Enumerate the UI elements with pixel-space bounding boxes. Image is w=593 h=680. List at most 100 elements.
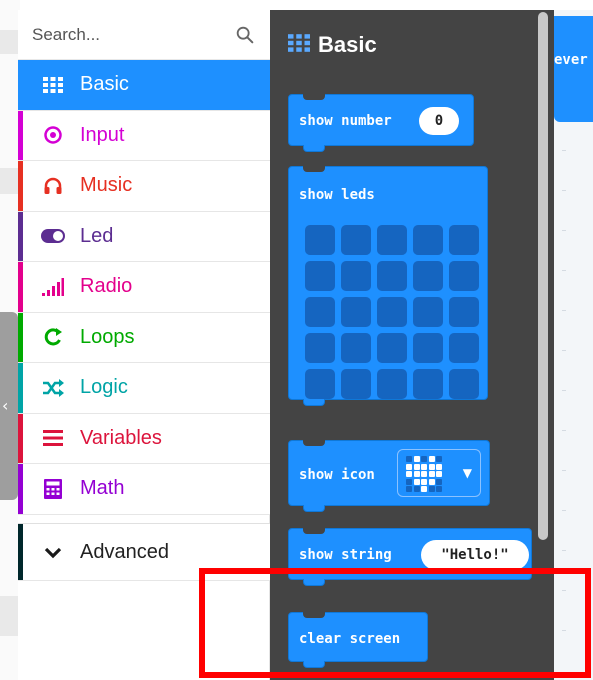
- category-music[interactable]: Music: [18, 161, 270, 212]
- flyout-title-text: Basic: [318, 32, 377, 57]
- show-string-block[interactable]: show string "Hello!": [288, 528, 532, 586]
- grid-dot: [562, 230, 566, 231]
- category-color-bar: [18, 524, 23, 580]
- refresh-icon: [40, 326, 66, 348]
- category-math[interactable]: Math: [18, 464, 270, 515]
- led-cell[interactable]: [305, 225, 335, 255]
- signal-icon: [40, 276, 66, 298]
- block-notch: [303, 440, 325, 446]
- grid-dot: [562, 270, 566, 271]
- caret-down-icon: ▼: [462, 466, 472, 480]
- icon-picker-dropdown[interactable]: ▼: [397, 449, 481, 497]
- toggle-icon: [40, 225, 66, 247]
- category-color-bar: [18, 161, 23, 211]
- led-cell[interactable]: [341, 225, 371, 255]
- category-list: Basic Input Music Led Radio Loops Logic …: [18, 60, 270, 515]
- grid-dot: [562, 470, 566, 471]
- grid-dot: [562, 590, 566, 591]
- category-label: Basic: [80, 73, 129, 96]
- led-cell[interactable]: [305, 369, 335, 399]
- category-led[interactable]: Led: [18, 211, 270, 262]
- string-input[interactable]: "Hello!": [421, 540, 529, 570]
- led-cell[interactable]: [377, 225, 407, 255]
- category-variables[interactable]: Variables: [18, 413, 270, 464]
- flyout-scrollbar[interactable]: [538, 12, 548, 540]
- led-cell[interactable]: [305, 333, 335, 363]
- block-label: show leds: [299, 187, 375, 203]
- category-advanced[interactable]: Advanced: [18, 523, 270, 581]
- number-input[interactable]: 0: [419, 107, 459, 135]
- collapse-sidebar-handle[interactable]: ‹: [0, 312, 18, 500]
- show-leds-block[interactable]: show leds: [288, 166, 488, 406]
- led-cell[interactable]: [413, 225, 443, 255]
- block-notch: [303, 612, 325, 618]
- category-label: Logic: [80, 376, 128, 399]
- led-cell[interactable]: [377, 297, 407, 327]
- block-notch: [303, 94, 325, 100]
- chevron-left-icon: ‹: [2, 396, 9, 415]
- workspace-block-label: ever: [554, 52, 588, 68]
- led-cell[interactable]: [341, 333, 371, 363]
- led-cell[interactable]: [413, 369, 443, 399]
- category-logic[interactable]: Logic: [18, 363, 270, 414]
- calculator-icon: [40, 478, 66, 500]
- led-cell[interactable]: [377, 369, 407, 399]
- led-cell[interactable]: [305, 297, 335, 327]
- category-radio[interactable]: Radio: [18, 262, 270, 313]
- led-cell[interactable]: [449, 225, 479, 255]
- led-cell[interactable]: [341, 261, 371, 291]
- led-cell[interactable]: [413, 261, 443, 291]
- led-cell[interactable]: [341, 297, 371, 327]
- led-cell[interactable]: [305, 261, 335, 291]
- category-loops[interactable]: Loops: [18, 312, 270, 363]
- led-cell[interactable]: [449, 261, 479, 291]
- block-tab: [303, 505, 325, 512]
- category-color-bar: [18, 211, 23, 261]
- category-label: Loops: [80, 325, 135, 348]
- toolbox: Basic Input Music: [18, 10, 270, 680]
- show-number-block[interactable]: show number 0: [288, 94, 474, 152]
- category-color-bar: [18, 464, 23, 514]
- search-icon[interactable]: [234, 24, 256, 46]
- block-flyout: Basic show number 0 show leds show icon: [270, 10, 554, 680]
- block-notch: [303, 166, 325, 172]
- category-color-bar: [18, 110, 23, 160]
- category-basic[interactable]: Basic: [18, 60, 270, 111]
- heart-icon: [406, 456, 442, 492]
- category-label: Variables: [80, 426, 162, 449]
- search-box: [18, 10, 270, 60]
- background-shape: [0, 168, 18, 194]
- shuffle-icon: [40, 377, 66, 399]
- category-input[interactable]: Input: [18, 110, 270, 161]
- led-cell[interactable]: [341, 369, 371, 399]
- category-label: Math: [80, 477, 125, 500]
- clear-screen-block[interactable]: clear screen: [288, 612, 428, 668]
- led-cell[interactable]: [377, 261, 407, 291]
- search-input[interactable]: [32, 20, 222, 50]
- workspace-event-block-bottom[interactable]: [554, 88, 593, 122]
- led-cell[interactable]: [413, 333, 443, 363]
- category-color-bar: [18, 413, 23, 463]
- menu-icon: [40, 427, 66, 449]
- show-icon-block[interactable]: show icon ▼: [288, 440, 490, 512]
- grid-dot: [562, 150, 566, 151]
- flyout-title: Basic: [288, 32, 377, 58]
- block-label: show string: [299, 547, 392, 563]
- led-cell[interactable]: [377, 333, 407, 363]
- led-cell[interactable]: [449, 297, 479, 327]
- block-tab: [303, 579, 325, 586]
- category-color-bar: [18, 60, 23, 110]
- category-color-bar: [18, 363, 23, 413]
- headphones-icon: [40, 175, 66, 197]
- led-cell[interactable]: [413, 297, 443, 327]
- category-label: Input: [80, 123, 125, 146]
- led-cell[interactable]: [449, 333, 479, 363]
- workspace-canvas[interactable]: ever: [554, 10, 593, 680]
- grid-dot: [562, 310, 566, 311]
- advanced-label: Advanced: [80, 540, 169, 563]
- category-color-bar: [18, 312, 23, 362]
- grid-icon: [40, 74, 66, 96]
- block-tab: [303, 661, 325, 668]
- grid-dot: [562, 390, 566, 391]
- led-cell[interactable]: [449, 369, 479, 399]
